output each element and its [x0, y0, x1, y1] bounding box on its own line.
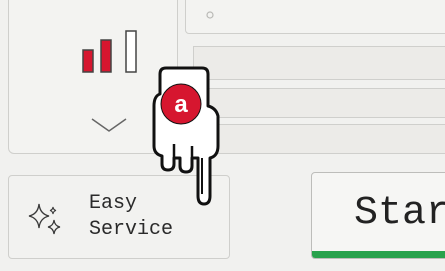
dial-panel — [185, 0, 445, 34]
badge-letter: a — [174, 91, 188, 118]
sparkle-icon — [28, 203, 61, 235]
ring-icon — [206, 11, 214, 19]
start-button-underline — [312, 251, 445, 258]
start-button-label: Star — [354, 191, 445, 236]
hand-pointer-icon: a — [152, 66, 220, 206]
start-button[interactable]: Star — [311, 172, 445, 259]
